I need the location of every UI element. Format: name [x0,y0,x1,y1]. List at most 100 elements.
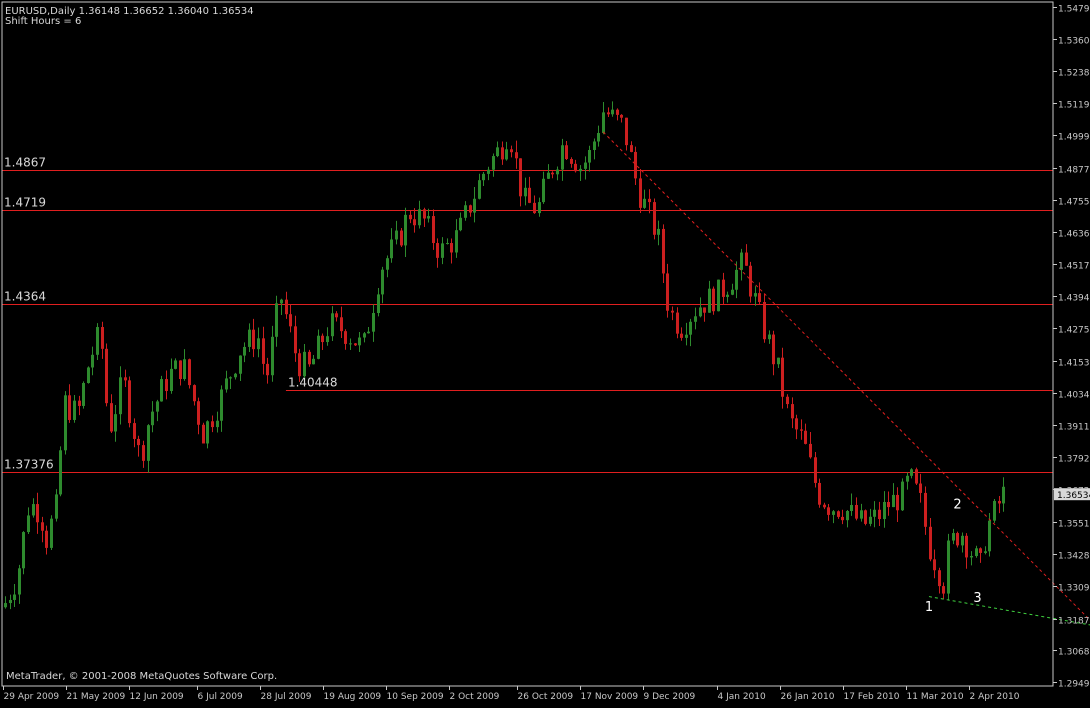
x-tick-label: 9 Dec 2009 [644,692,696,702]
candle-body [119,377,122,415]
x-tick-label: 4 Jan 2010 [718,692,766,702]
candle-body [597,133,600,142]
candle-body [685,334,688,338]
candle-body [455,230,458,253]
wave-label-2: 2 [953,497,961,512]
candle-body [864,510,867,524]
candle-body [772,334,775,365]
candle-body [823,504,826,508]
x-tick-label: 11 Mar 2010 [907,692,964,702]
candle-body [662,228,665,274]
candle-body [841,516,844,521]
candle-body [979,548,982,553]
candle-body [262,338,265,364]
candle-body [266,363,269,376]
candle-body [735,269,738,290]
candle-body [96,327,99,355]
candle-body [50,518,53,548]
candle-body [165,379,168,392]
candle-body [151,411,154,426]
candle-body [717,279,720,312]
candle-body [676,312,679,334]
level-label: 1.40448 [288,376,338,390]
candle-body [915,469,918,484]
candle-body [55,494,58,519]
candle-body [18,568,21,595]
candle-body [101,327,104,349]
candle-body [804,430,807,444]
y-tick-label: 1.41530 [1058,359,1090,369]
candle-body [768,334,771,340]
candle-body [469,205,472,213]
candle-body [312,358,315,365]
candle-body [827,507,830,515]
y-tick-label: 1.29490 [1058,680,1090,690]
candle-body [289,314,292,327]
candle-body [524,187,527,197]
y-tick-label: 1.33095 [1058,584,1090,594]
candle-body [639,178,642,208]
candle-body [565,145,568,160]
candle-body [910,469,913,476]
candle-body [110,403,113,432]
candle-body [620,114,623,118]
candle-body [754,293,757,297]
candle-body [73,400,76,420]
candle-body [611,109,614,115]
y-tick-label: 1.51190 [1058,101,1090,111]
y-tick-label: 1.30680 [1058,648,1090,658]
candle-body [814,457,817,483]
level-label: 1.4867 [4,156,46,170]
candle-body [671,310,674,313]
candle-body [887,502,890,508]
candle-body [988,520,991,552]
candle-body [197,401,200,425]
candle-body [285,299,288,315]
y-tick-label: 1.52380 [1058,69,1090,79]
candle-body [473,198,476,213]
candle-body [791,404,794,419]
candle-body [202,424,205,444]
candle-body [919,483,922,493]
candle-body [280,299,283,304]
candle-body [68,395,71,420]
candle-body [395,230,398,240]
y-tick-label: 1.43945 [1058,294,1090,304]
candle-body [413,219,416,226]
candle-body [105,348,108,404]
candle-body [570,159,573,164]
candle-body [216,420,219,428]
candle-body [423,209,426,219]
candle-body [952,533,955,541]
candle-body [257,338,260,350]
candle-body [174,360,177,369]
candle-body [482,173,485,181]
candle-body [432,216,435,244]
candle-body [533,202,536,214]
candle-body [947,540,950,594]
candle-body [800,429,803,431]
candle-body [9,599,12,604]
candle-body [873,509,876,517]
candle-body [795,418,798,430]
candle-body [584,162,587,169]
y-tick-label: 1.37925 [1058,455,1090,465]
candle-body [436,243,439,258]
candle-body [763,301,766,340]
candle-body [248,329,251,347]
candle-body [556,169,559,175]
candle-body [418,209,421,226]
candle-body [114,414,117,432]
candle-body [933,559,936,571]
candle-body [607,112,610,115]
level-label: 1.4364 [4,290,46,304]
candle-body [699,307,702,317]
candle-body [41,522,44,531]
candle-body [147,425,150,461]
candle-body [634,151,637,179]
candle-body [363,333,366,338]
candle-body [896,494,899,511]
price-chart[interactable]: 1.4867 1.4719 1.4364 1.40448 1.37376 1 2 3 1.5… [0,0,1090,704]
candle-body [924,492,927,527]
candle-body [722,279,725,297]
